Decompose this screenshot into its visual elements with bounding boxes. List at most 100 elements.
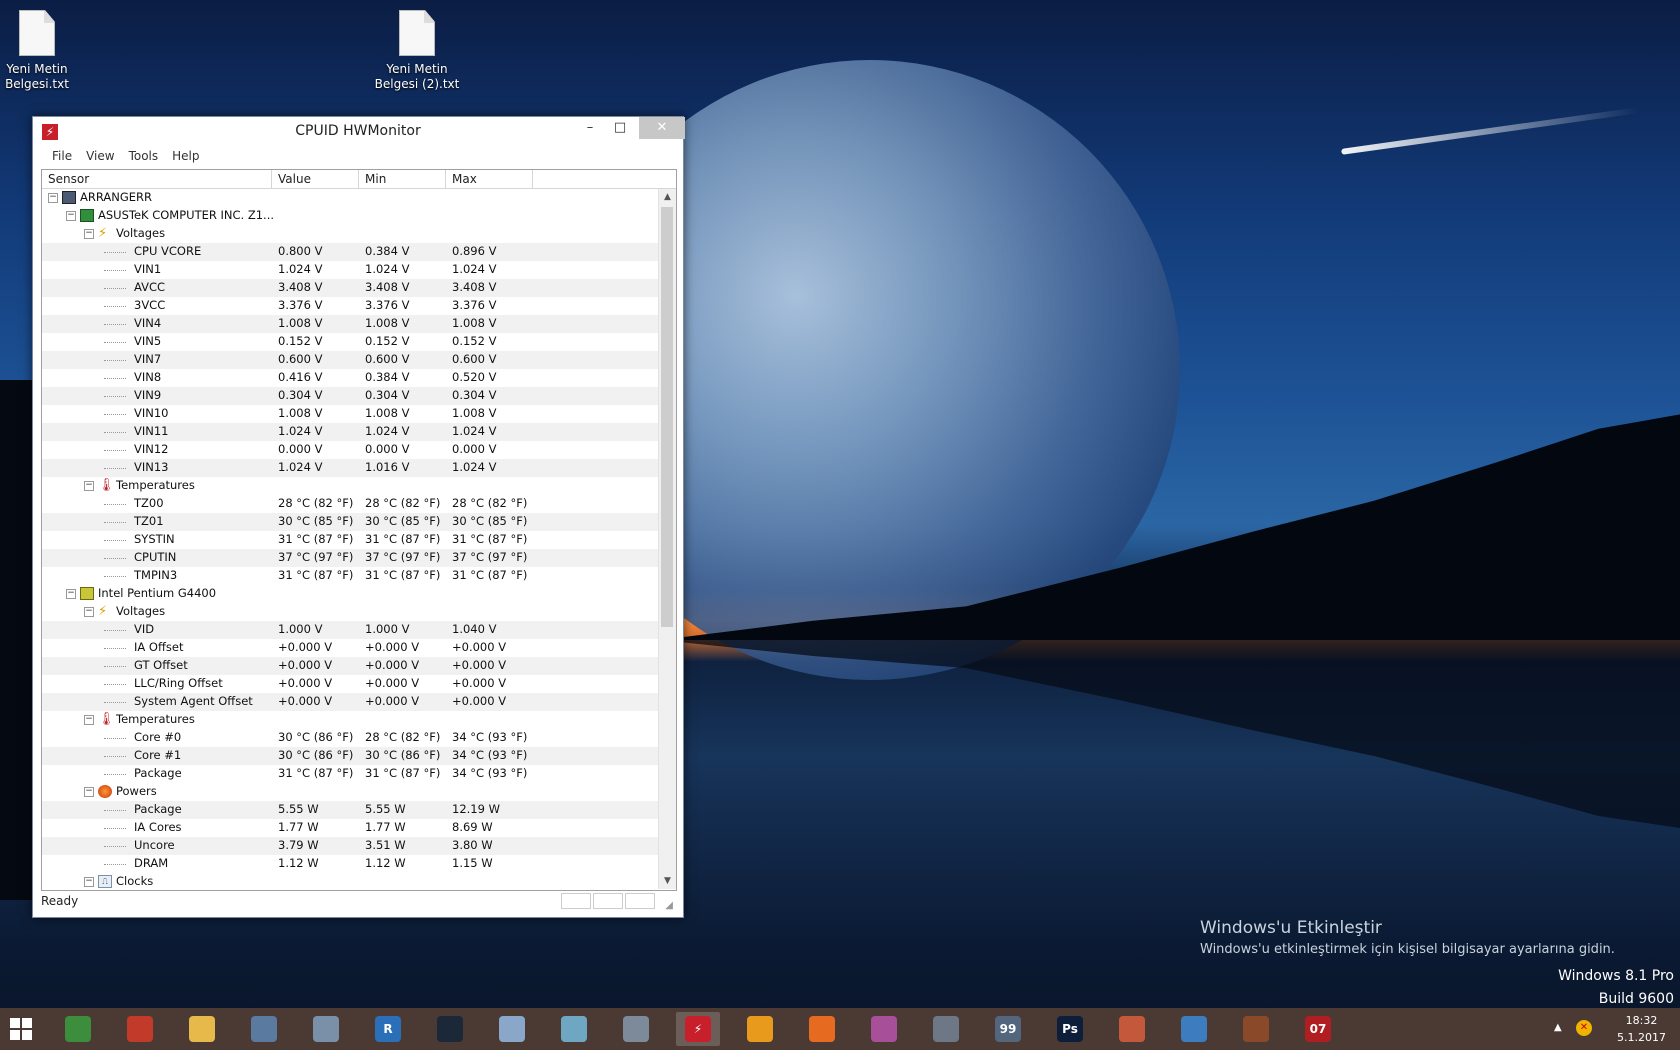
taskbar-app-r-app[interactable]: R	[366, 1012, 410, 1046]
action-center-flag-icon[interactable]: ✕	[1576, 1020, 1592, 1036]
collapse-toggle-icon[interactable]: −	[84, 607, 94, 617]
taskbar-app-cocktail[interactable]	[862, 1012, 906, 1046]
taskbar-app-calculator[interactable]	[614, 1012, 658, 1046]
sensor-row[interactable]: AVCC 3.408 V 3.408 V 3.408 V	[42, 279, 658, 297]
clock[interactable]: 18:32 5.1.2017	[1617, 1012, 1666, 1046]
sensor-row[interactable]: TMPIN3 31 °C (87 °F) 31 °C (87 °F) 31 °C (8…	[42, 567, 658, 585]
sensor-row[interactable]: GT Offset +0.000 V +0.000 V +0.000 V	[42, 657, 658, 675]
desktop-icon-text-file-2[interactable]: Yeni Metin Belgesi (2).txt	[372, 10, 462, 92]
sensor-row[interactable]: VIN7 0.600 V 0.600 V 0.600 V	[42, 351, 658, 369]
sensor-row[interactable]: CPUTIN 37 °C (97 °F) 37 °C (97 °F) 37 °C (9…	[42, 549, 658, 567]
collapse-toggle-icon[interactable]: −	[84, 481, 94, 491]
sensor-value: 3.408 V	[278, 280, 323, 294]
tree-node-row[interactable]: − Powers	[42, 783, 658, 801]
column-sensor[interactable]: Sensor	[42, 170, 272, 188]
taskbar-app-notepad[interactable]	[552, 1012, 596, 1046]
sensor-row[interactable]: TZ01 30 °C (85 °F) 30 °C (85 °F) 30 °C (85 …	[42, 513, 658, 531]
taskbar-app-number-app[interactable]: 07	[1296, 1012, 1340, 1046]
sensor-row[interactable]: VIN11 1.024 V 1.024 V 1.024 V	[42, 423, 658, 441]
tree-node-row[interactable]: − 🌡 Temperatures	[42, 477, 658, 495]
vertical-scrollbar[interactable]: ▲ ▼	[658, 189, 676, 889]
sensor-row[interactable]: 3VCC 3.376 V 3.376 V 3.376 V	[42, 297, 658, 315]
taskbar-app-ccleaner[interactable]	[118, 1012, 162, 1046]
collapse-toggle-icon[interactable]: −	[84, 715, 94, 725]
tree-node-row[interactable]: − ⚡ Voltages	[42, 225, 658, 243]
taskbar-app-monitor-app[interactable]	[304, 1012, 348, 1046]
collapse-toggle-icon[interactable]: −	[84, 229, 94, 239]
taskbar-app-steam[interactable]	[428, 1012, 472, 1046]
scroll-down-icon[interactable]: ▼	[659, 873, 676, 889]
column-value[interactable]: Value	[272, 170, 359, 188]
menu-view[interactable]: View	[79, 147, 121, 165]
sensor-row[interactable]: Package 31 °C (87 °F) 31 °C (87 °F) 34 °C (…	[42, 765, 658, 783]
taskbar-app-water-drop[interactable]	[1172, 1012, 1216, 1046]
resize-grip-icon[interactable]: ◢	[665, 900, 673, 911]
collapse-toggle-icon[interactable]: −	[66, 211, 76, 221]
sensor-row[interactable]: Core #1 30 °C (86 °F) 30 °C (86 °F) 34 °C (…	[42, 747, 658, 765]
menu-file[interactable]: File	[45, 147, 79, 165]
taskbar-app-hwmonitor[interactable]: ⚡	[676, 1012, 720, 1046]
sensor-row[interactable]: VID 1.000 V 1.000 V 1.040 V	[42, 621, 658, 639]
sensor-row[interactable]: VIN1 1.024 V 1.024 V 1.024 V	[42, 261, 658, 279]
sensor-row[interactable]: VIN10 1.008 V 1.008 V 1.008 V	[42, 405, 658, 423]
sensor-row[interactable]: Uncore 3.79 W 3.51 W 3.80 W	[42, 837, 658, 855]
taskbar-app-display-app[interactable]: 99	[986, 1012, 1030, 1046]
column-min[interactable]: Min	[359, 170, 446, 188]
maximize-button[interactable]: □	[607, 117, 633, 139]
sensor-row[interactable]: DRAM 1.12 W 1.12 W 1.15 W	[42, 855, 658, 873]
collapse-toggle-icon[interactable]: −	[84, 787, 94, 797]
sensor-max: 3.408 V	[452, 280, 497, 294]
tree-node-row[interactable]: − 🌡 Temperatures	[42, 711, 658, 729]
show-hidden-icons-icon[interactable]: ▲	[1554, 1022, 1562, 1033]
taskbar-app-link-app[interactable]	[738, 1012, 782, 1046]
title-bar[interactable]: ⚡ CPUID HWMonitor – □ ✕	[33, 117, 685, 147]
close-button[interactable]: ✕	[639, 117, 685, 139]
taskbar-app-game-character[interactable]	[1234, 1012, 1278, 1046]
tree-node-row[interactable]: − ⚡ Voltages	[42, 603, 658, 621]
taskbar-app-keyboard[interactable]	[242, 1012, 286, 1046]
sensor-row[interactable]: CPU VCORE 0.800 V 0.384 V 0.896 V	[42, 243, 658, 261]
sensor-min: 0.304 V	[365, 388, 410, 402]
minimize-button[interactable]: –	[577, 117, 603, 139]
menu-help[interactable]: Help	[165, 147, 206, 165]
node-label: ASUSTeK COMPUTER INC. Z1...	[98, 208, 275, 222]
collapse-toggle-icon[interactable]: −	[84, 877, 94, 887]
sensor-row[interactable]: LLC/Ring Offset +0.000 V +0.000 V +0.000 V	[42, 675, 658, 693]
taskbar-app-tool-app[interactable]	[1110, 1012, 1154, 1046]
sensor-row[interactable]: SYSTIN 31 °C (87 °F) 31 °C (87 °F) 31 °C (8…	[42, 531, 658, 549]
sensor-row[interactable]: IA Cores 1.77 W 1.77 W 8.69 W	[42, 819, 658, 837]
sensor-row[interactable]: VIN9 0.304 V 0.304 V 0.304 V	[42, 387, 658, 405]
sensor-max: 1.15 W	[452, 856, 493, 870]
node-label: Temperatures	[116, 712, 195, 726]
taskbar-app-paint[interactable]	[490, 1012, 534, 1046]
taskbar-app-firefox[interactable]	[800, 1012, 844, 1046]
collapse-toggle-icon[interactable]: −	[66, 589, 76, 599]
taskbar-app-photoshop[interactable]: Ps	[1048, 1012, 1092, 1046]
tree-node-row[interactable]: − ASUSTeK COMPUTER INC. Z1...	[42, 207, 658, 225]
scroll-thumb[interactable]	[661, 207, 673, 627]
sensor-row[interactable]: Package 5.55 W 5.55 W 12.19 W	[42, 801, 658, 819]
tree-node-row[interactable]: − ARRANGERR	[42, 189, 658, 207]
sensor-row[interactable]: VIN5 0.152 V 0.152 V 0.152 V	[42, 333, 658, 351]
start-button[interactable]	[10, 1018, 32, 1040]
taskbar-app-camera[interactable]	[924, 1012, 968, 1046]
tree-node-row[interactable]: − ⎍ Clocks	[42, 873, 658, 890]
tree-node-row[interactable]: − Intel Pentium G4400	[42, 585, 658, 603]
sensor-row[interactable]: IA Offset +0.000 V +0.000 V +0.000 V	[42, 639, 658, 657]
sensor-row[interactable]: Core #0 30 °C (86 °F) 28 °C (82 °F) 34 °C (…	[42, 729, 658, 747]
taskbar-app-file-explorer[interactable]	[180, 1012, 224, 1046]
column-max[interactable]: Max	[446, 170, 533, 188]
activation-title: Windows'u Etkinleştir	[1200, 918, 1382, 938]
sensor-row[interactable]: VIN13 1.024 V 1.016 V 1.024 V	[42, 459, 658, 477]
collapse-toggle-icon[interactable]: −	[48, 193, 58, 203]
scroll-up-icon[interactable]: ▲	[659, 189, 676, 205]
sensor-row[interactable]: VIN4 1.008 V 1.008 V 1.008 V	[42, 315, 658, 333]
sensor-row[interactable]: System Agent Offset +0.000 V +0.000 V +0.00…	[42, 693, 658, 711]
sensor-row[interactable]: VIN8 0.416 V 0.384 V 0.520 V	[42, 369, 658, 387]
sensor-row[interactable]: TZ00 28 °C (82 °F) 28 °C (82 °F) 28 °C (82 …	[42, 495, 658, 513]
menu-tools[interactable]: Tools	[122, 147, 166, 165]
taskbar-app-chrome[interactable]	[56, 1012, 100, 1046]
sensor-row[interactable]: VIN12 0.000 V 0.000 V 0.000 V	[42, 441, 658, 459]
sensor-max: 12.19 W	[452, 802, 500, 816]
desktop-icon-text-file[interactable]: Yeni Metin Belgesi.txt	[0, 10, 82, 92]
